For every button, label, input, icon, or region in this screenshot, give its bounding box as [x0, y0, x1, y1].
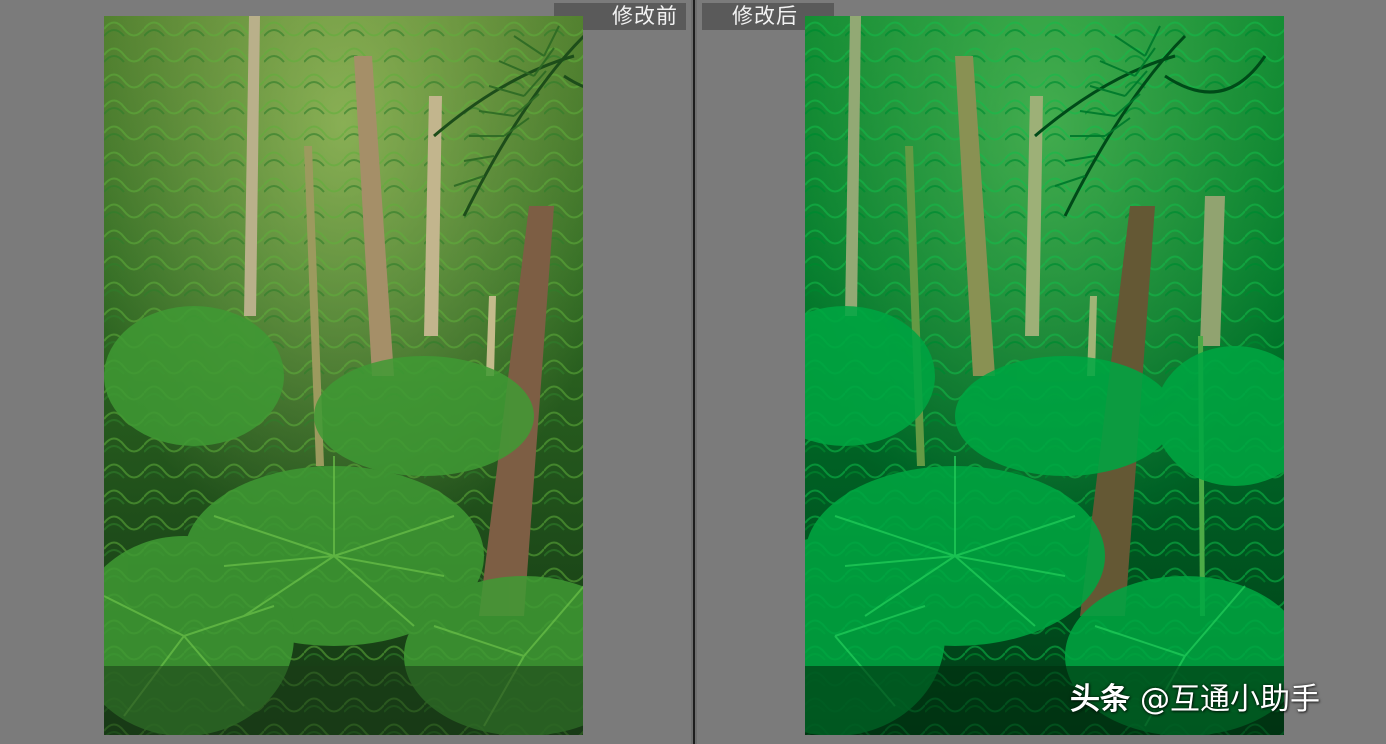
pane-divider-line: [693, 0, 695, 744]
jungle-image-after: [805, 16, 1284, 735]
compare-view: 修改前 修改后 头条 @互通小助手: [0, 0, 1386, 744]
watermark: 头条 @互通小助手: [1070, 678, 1320, 722]
watermark-logo: 头条: [1070, 682, 1130, 717]
after-photo[interactable]: [805, 16, 1284, 735]
watermark-handle: @互通小助手: [1140, 682, 1320, 717]
jungle-image-before: [104, 16, 583, 735]
before-photo[interactable]: [104, 16, 583, 735]
